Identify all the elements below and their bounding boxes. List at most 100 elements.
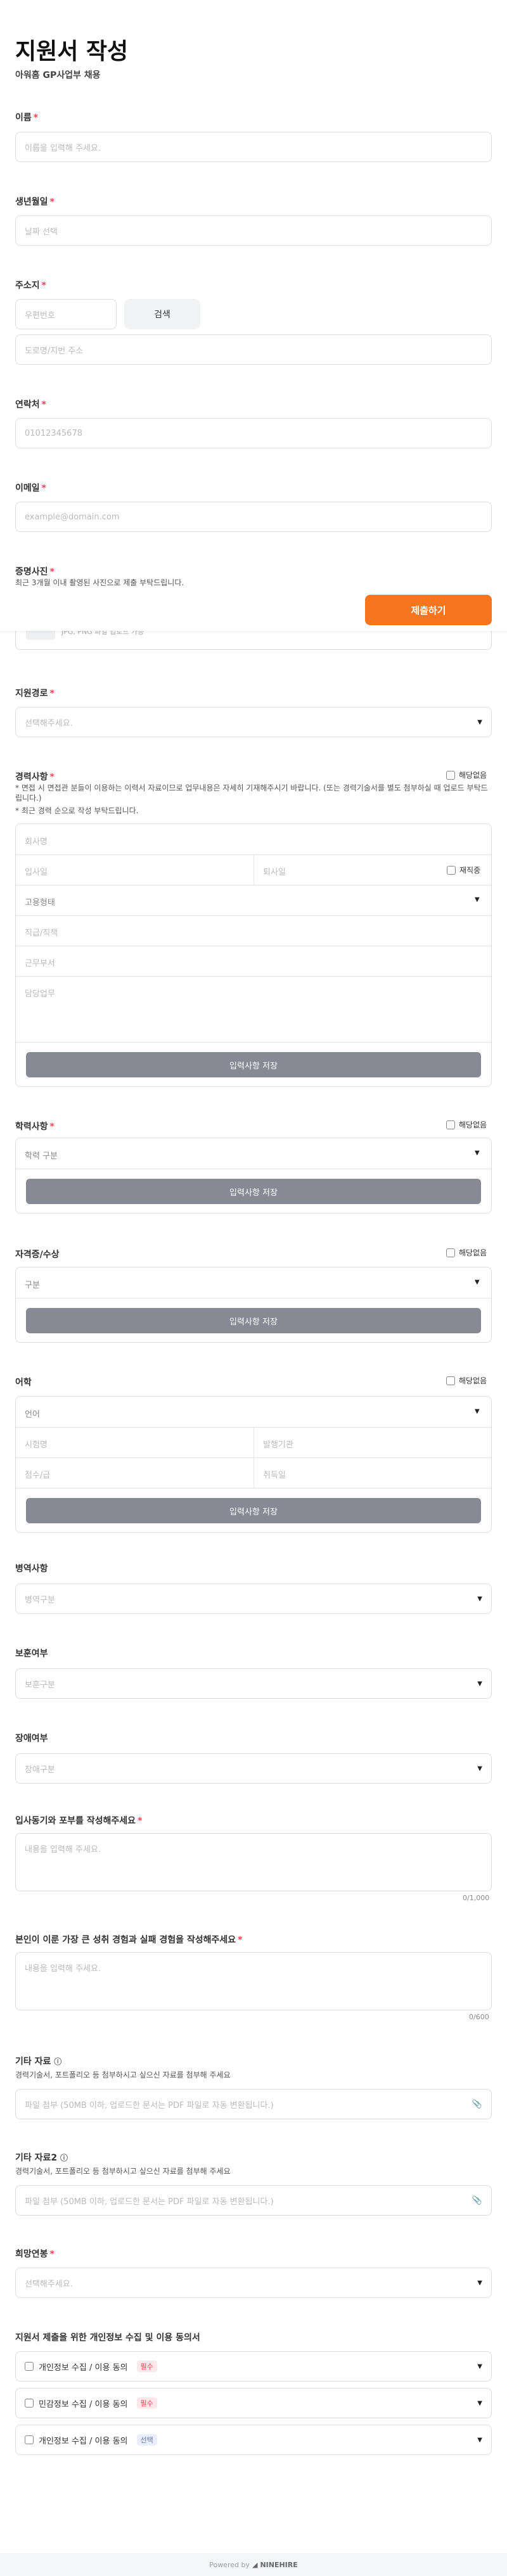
consent-3-label: 개인정보 수집 / 이용 동의 (39, 2436, 128, 2446)
end-date-input[interactable]: 퇴사일 (263, 865, 286, 877)
acquired-date-input[interactable]: 취득일 (263, 1468, 286, 1480)
zipcode-input[interactable]: 우편번호 (15, 299, 117, 329)
motivation-label: 입사동기와 포부를 작성해주세요 * (15, 1816, 143, 1826)
education-entry-box: 학력 구분 ▼ 입력사항 저장 (15, 1138, 492, 1214)
footer-text: Powered by (209, 2560, 250, 2569)
license-label: 자격증/수상 (15, 1250, 60, 1260)
etc2-label: 기타 자료2 ⓘ (15, 2153, 68, 2163)
career-none-checkbox[interactable]: 해당없음 (446, 770, 487, 780)
consent-2-label: 민감정보 수집 / 이용 동의 (39, 2399, 128, 2409)
disability-label: 장애여부 (15, 1734, 48, 1744)
chevron-down-icon[interactable]: ▼ (477, 2400, 482, 2407)
chevron-down-icon[interactable]: ▼ (477, 2437, 482, 2444)
education-save-button[interactable]: 입력사항 저장 (26, 1179, 481, 1204)
chevron-down-icon: ▼ (477, 1680, 482, 1687)
license-type-select[interactable]: 구분 (25, 1278, 40, 1290)
exam-name-input[interactable]: 시험명 (25, 1438, 48, 1450)
veteran-label: 보훈여부 (15, 1649, 48, 1659)
experience-textarea[interactable]: 내용을 입력해 주세요. (15, 1952, 492, 2010)
required-badge: 필수 (136, 2361, 157, 2372)
language-select[interactable]: 언어 (25, 1407, 40, 1419)
route-select[interactable]: 선택해주세요. ▼ (15, 707, 492, 737)
language-none-checkbox[interactable]: 해당없음 (446, 1375, 487, 1386)
paperclip-icon: 📎 (472, 2099, 482, 2109)
phone-input[interactable]: 01012345678 (15, 418, 492, 448)
license-none-checkbox[interactable]: 해당없음 (446, 1247, 487, 1258)
birth-date-input[interactable]: 날짜 선택 (15, 215, 492, 246)
education-none-checkbox[interactable]: 해당없음 (446, 1119, 487, 1130)
consent-item-1[interactable]: 개인정보 수집 / 이용 동의 필수 ▼ (15, 2351, 492, 2382)
career-note-2: * 최근 경력 순으로 작성 부탁드립니다. (15, 806, 139, 815)
photo-note: 최근 3개월 이내 촬영된 사진으로 제출 부탁드립니다. (15, 578, 184, 587)
education-label: 학력사항 * (15, 1122, 55, 1132)
military-label: 병역사항 (15, 1564, 48, 1574)
route-select-value: 선택해주세요. (25, 718, 73, 728)
phone-label: 연락처 * (15, 400, 46, 410)
etc2-file-input[interactable]: 파일 첨부 (50MB 이하, 업로드한 문서는 PDF 파일로 자동 변환됩니… (15, 2185, 492, 2216)
address-detail-input[interactable]: 도로명/지번 주소 (15, 334, 492, 365)
motivation-textarea[interactable]: 내용을 입력해 주세요. (15, 1833, 492, 1891)
salary-label: 희망연봉 * (15, 2249, 55, 2259)
submit-button[interactable]: 제출하기 (365, 595, 492, 625)
birth-label: 생년월일 * (15, 197, 55, 207)
email-input[interactable]: example@domain.com (15, 502, 492, 532)
department-input[interactable]: 근무부서 (25, 956, 55, 968)
name-input[interactable]: 이름을 입력해 주세요. (15, 132, 492, 162)
info-icon: ⓘ (60, 2154, 68, 2162)
page-title: 지원서 작성 (15, 39, 129, 65)
start-date-input[interactable]: 입사일 (25, 865, 48, 877)
chevron-down-icon: ▼ (477, 2279, 482, 2287)
etc1-label: 기타 자료 ⓘ (15, 2057, 62, 2067)
disability-select[interactable]: 장애구분 ▼ (15, 1753, 492, 1784)
consent-title: 지원서 제출을 위한 개인정보 수집 및 이용 동의서 (15, 2333, 200, 2343)
footer-brand: NINEHIRE (260, 2560, 298, 2569)
chevron-down-icon[interactable]: ▼ (477, 2363, 482, 2370)
veteran-select[interactable]: 보훈구분 ▼ (15, 1668, 492, 1699)
career-save-button[interactable]: 입력사항 저장 (26, 1052, 481, 1077)
address-search-button[interactable]: 검색 (124, 299, 200, 329)
required-badge: 필수 (136, 2397, 157, 2409)
email-label: 이메일 * (15, 483, 46, 493)
consent-2-checkbox[interactable] (25, 2399, 34, 2408)
consent-3-checkbox[interactable] (25, 2435, 34, 2444)
etc2-file-placeholder: 파일 첨부 (50MB 이하, 업로드한 문서는 PDF 파일로 자동 변환됩니… (25, 2197, 274, 2207)
etc2-note: 경력기술서, 포트폴리오 등 첨부하시고 싶으신 자료를 첨부해 주세요 (15, 2167, 231, 2176)
issuer-input[interactable]: 발행기관 (263, 1438, 293, 1450)
chevron-down-icon: ▼ (475, 1150, 480, 1157)
etc1-file-input[interactable]: 파일 첨부 (50MB 이하, 업로드한 문서는 PDF 파일로 자동 변환됩니… (15, 2089, 492, 2119)
etc1-note: 경력기술서, 포트폴리오 등 첨부하시고 싶으신 자료를 첨부해 주세요 (15, 2071, 231, 2079)
consent-1-checkbox[interactable] (25, 2362, 34, 2371)
etc1-file-placeholder: 파일 첨부 (50MB 이하, 업로드한 문서는 PDF 파일로 자동 변환됩니… (25, 2100, 274, 2110)
license-entry-box: 구분 ▼ 입력사항 저장 (15, 1267, 492, 1343)
consent-item-2[interactable]: 민감정보 수집 / 이용 동의 필수 ▼ (15, 2388, 492, 2418)
education-type-select[interactable]: 학력 구분 (25, 1149, 58, 1161)
license-save-button[interactable]: 입력사항 저장 (26, 1308, 481, 1333)
info-icon: ⓘ (54, 2057, 62, 2066)
military-select-value: 병역구분 (25, 1595, 55, 1605)
motivation-char-count: 0/1,000 (463, 1894, 490, 1902)
language-save-button[interactable]: 입력사항 저장 (26, 1498, 481, 1523)
chevron-down-icon: ▼ (477, 718, 482, 726)
duties-textarea[interactable]: 담당업무 (25, 987, 55, 999)
chevron-down-icon: ▼ (477, 1595, 482, 1602)
position-input[interactable]: 직급/직책 (25, 926, 58, 938)
paperclip-icon: 📎 (472, 2195, 482, 2205)
military-select[interactable]: 병역구분 ▼ (15, 1583, 492, 1614)
name-label: 이름 * (15, 113, 39, 123)
veteran-select-value: 보훈구분 (25, 1680, 55, 1690)
experience-char-count: 0/600 (469, 2013, 489, 2021)
score-input[interactable]: 점수/급 (25, 1468, 50, 1480)
language-label: 어학 (15, 1378, 32, 1388)
career-entry-box: 회사명 입사일 퇴사일 재직중 고용형태 ▼ 직급/직책 근무부서 담당업무 입… (15, 823, 492, 1087)
employment-type-select[interactable]: 고용형태 (25, 896, 55, 908)
chevron-down-icon: ▼ (477, 1765, 482, 1772)
page-subtitle: 아워홈 GP사업부 채용 (15, 70, 101, 80)
footer: Powered by ◢ NINEHIRE (0, 2553, 507, 2576)
disability-select-value: 장애구분 (25, 1765, 55, 1775)
optional-badge: 선택 (136, 2434, 157, 2446)
consent-item-3[interactable]: 개인정보 수집 / 이용 동의 선택 ▼ (15, 2425, 492, 2455)
company-input[interactable]: 회사명 (25, 835, 48, 847)
employed-checkbox[interactable]: 재직중 (447, 865, 480, 875)
consent-1-label: 개인정보 수집 / 이용 동의 (39, 2363, 128, 2373)
salary-select[interactable]: 선택해주세요. ▼ (15, 2268, 492, 2298)
